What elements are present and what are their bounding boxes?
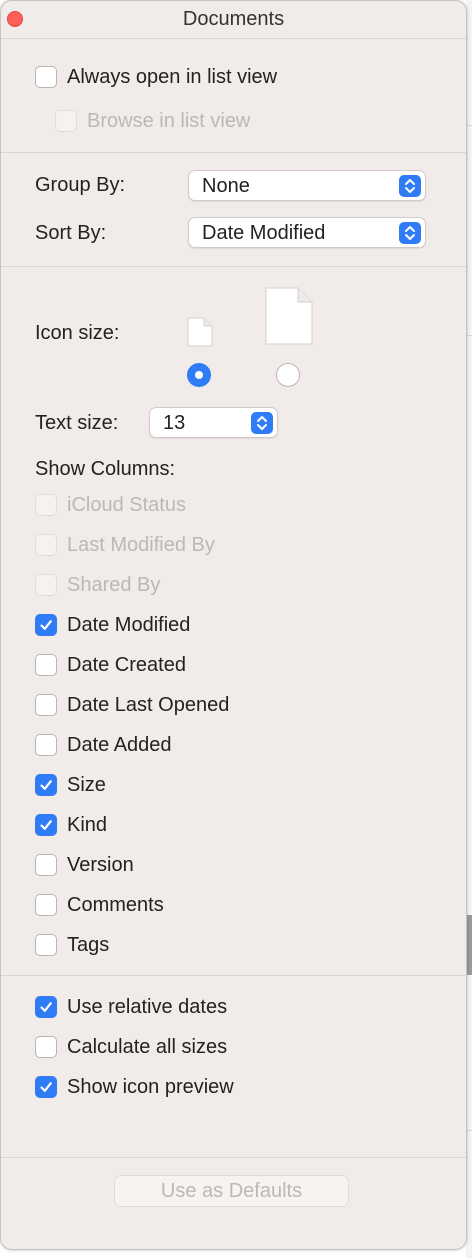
checkbox-label: Date Last Opened: [67, 693, 230, 716]
divider: [1, 152, 466, 153]
checkbox-box: [55, 110, 77, 132]
checkbox-box: [35, 574, 57, 596]
comments-checkbox[interactable]: Comments: [35, 892, 164, 918]
divider: [1, 975, 466, 976]
checkbox-label: Tags: [67, 933, 110, 956]
text-size-label: Text size:: [35, 412, 119, 434]
calculate-all-sizes-checkbox[interactable]: Calculate all sizes: [35, 1034, 227, 1060]
view-options-panel: Documents Always open in list view Brows…: [0, 0, 467, 1250]
version-checkbox[interactable]: Version: [35, 852, 134, 878]
chevron-updown-icon: [251, 412, 273, 434]
group-by-popup[interactable]: None: [188, 170, 426, 201]
checkbox-label: Calculate all sizes: [67, 1035, 228, 1058]
icon-size-label: Icon size:: [35, 322, 120, 344]
date-added-checkbox[interactable]: Date Added: [35, 732, 172, 758]
checkbox-box[interactable]: [35, 894, 57, 916]
kind-checkbox[interactable]: Kind: [35, 812, 107, 838]
use-relative-dates-checkbox[interactable]: Use relative dates: [35, 994, 227, 1020]
icon-size-small-radio[interactable]: [187, 363, 211, 387]
last-modified-by-checkbox: Last Modified By: [35, 532, 215, 558]
chevron-updown-icon: [399, 175, 421, 197]
checkbox-box[interactable]: [35, 734, 57, 756]
window-title: Documents: [182, 8, 285, 30]
date-modified-checkbox[interactable]: Date Modified: [35, 612, 190, 638]
checkmark-icon[interactable]: [35, 774, 57, 796]
checkbox-label: Date Added: [67, 733, 172, 756]
group-by-label: Group By:: [35, 174, 126, 196]
checkbox-box[interactable]: [35, 1036, 57, 1058]
checkbox-label: Date Modified: [67, 613, 191, 636]
date-last-opened-checkbox[interactable]: Date Last Opened: [35, 692, 229, 718]
divider: [1, 266, 466, 267]
checkbox-label: Show icon preview: [67, 1075, 234, 1098]
group-by-value: None: [202, 175, 250, 197]
checkbox-box[interactable]: [35, 694, 57, 716]
show-columns-label: Show Columns:: [35, 458, 176, 480]
checkbox-label: Date Created: [67, 653, 186, 676]
checkbox-label: Version: [67, 853, 134, 876]
checkbox-label: Shared By: [67, 573, 161, 596]
checkmark-icon[interactable]: [35, 1076, 57, 1098]
tags-checkbox[interactable]: Tags: [35, 932, 109, 958]
chevron-updown-icon: [399, 222, 421, 244]
small-document-icon: [187, 317, 213, 347]
checkbox-box[interactable]: [35, 654, 57, 676]
checkbox-label: iCloud Status: [67, 493, 186, 516]
checkbox-label: Size: [67, 773, 106, 796]
checkbox-label: Browse in list view: [87, 109, 251, 132]
use-as-defaults-button: Use as Defaults: [114, 1175, 349, 1207]
date-created-checkbox[interactable]: Date Created: [35, 652, 186, 678]
checkbox-label: Last Modified By: [67, 533, 215, 556]
sort-by-value: Date Modified: [202, 222, 326, 244]
checkbox-label: Comments: [67, 893, 164, 916]
checkbox-box: [35, 534, 57, 556]
checkbox-box[interactable]: [35, 854, 57, 876]
icon-size-large-radio[interactable]: [276, 363, 300, 387]
checkbox-box[interactable]: [35, 934, 57, 956]
icloud-status-checkbox: iCloud Status: [35, 492, 186, 518]
always-open-list-view-checkbox[interactable]: Always open in list view: [35, 64, 277, 90]
shared-by-checkbox: Shared By: [35, 572, 160, 598]
checkbox-box: [35, 494, 57, 516]
sort-by-label: Sort By:: [35, 222, 107, 244]
show-icon-preview-checkbox[interactable]: Show icon preview: [35, 1074, 234, 1100]
text-size-popup[interactable]: 13: [149, 407, 278, 438]
checkbox-box[interactable]: [35, 66, 57, 88]
checkmark-icon[interactable]: [35, 814, 57, 836]
large-document-icon: [265, 287, 313, 345]
size-checkbox[interactable]: Size: [35, 772, 106, 798]
checkbox-label: Use relative dates: [67, 995, 228, 1018]
checkmark-icon[interactable]: [35, 996, 57, 1018]
text-size-value: 13: [163, 412, 186, 434]
checkmark-icon[interactable]: [35, 614, 57, 636]
sort-by-popup[interactable]: Date Modified: [188, 217, 426, 248]
divider: [1, 1157, 466, 1158]
checkbox-label: Kind: [67, 813, 108, 836]
checkbox-label: Always open in list view: [67, 65, 278, 88]
browse-in-list-view-checkbox: Browse in list view: [55, 108, 250, 134]
title-bar: Documents: [1, 1, 466, 39]
